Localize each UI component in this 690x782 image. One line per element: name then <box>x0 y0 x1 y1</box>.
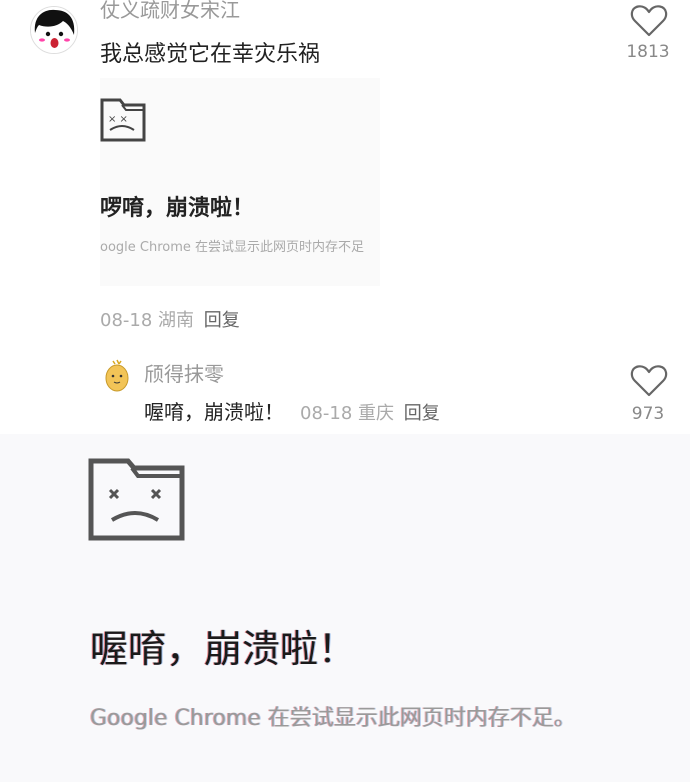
svg-text:× ×: × × <box>108 114 128 125</box>
comment-text: 我总感觉它在幸灾乐祸 <box>100 42 321 67</box>
avatar[interactable] <box>30 6 78 54</box>
sad-folder-icon <box>88 458 185 541</box>
comment-image[interactable]: × × 啰唷，崩溃啦！ oogle Chrome 在尝试显示此网页时内存不足 <box>100 78 380 286</box>
reply-username[interactable]: 颀得抹零 <box>144 358 224 387</box>
reply-reply-button[interactable]: 回复 <box>404 403 440 424</box>
image-crash-title: 啰唷，崩溃啦！ <box>100 196 255 221</box>
like-button[interactable] <box>630 4 668 38</box>
comment-location: 湖南 <box>158 310 195 331</box>
reply-button[interactable]: 回复 <box>204 310 240 331</box>
crash-description: Google Chrome 在尝试显示此网页时内存不足。 <box>90 706 576 731</box>
reply-date: 08-18 <box>300 403 353 424</box>
image-crash-description: oogle Chrome 在尝试显示此网页时内存不足 <box>100 240 365 255</box>
heart-outline-icon <box>630 5 668 37</box>
sad-folder-icon: × × <box>100 98 146 142</box>
crash-folder <box>88 458 188 546</box>
comment-date: 08-18 <box>100 310 153 331</box>
comment-meta: 08-18 湖南 回复 <box>100 306 240 332</box>
reply-location: 重庆 <box>358 403 395 424</box>
reply-like-count: 973 <box>631 404 665 424</box>
like-count: 1813 <box>626 42 670 62</box>
cartoon-face-icon <box>31 7 77 53</box>
reply-content: 喔唷，崩溃啦！ 08-18 重庆 回复 <box>144 396 440 425</box>
reply-avatar[interactable] <box>104 358 130 392</box>
crash-title: 喔唷，崩溃啦！ <box>90 627 357 671</box>
comment-username[interactable]: 仗义疏财女宋江 <box>100 0 240 23</box>
reply-like-button[interactable] <box>630 364 668 398</box>
reply-text: 喔唷，崩溃啦！ <box>144 400 284 424</box>
heart-outline-icon <box>630 365 668 397</box>
egg-face-icon <box>105 359 129 392</box>
